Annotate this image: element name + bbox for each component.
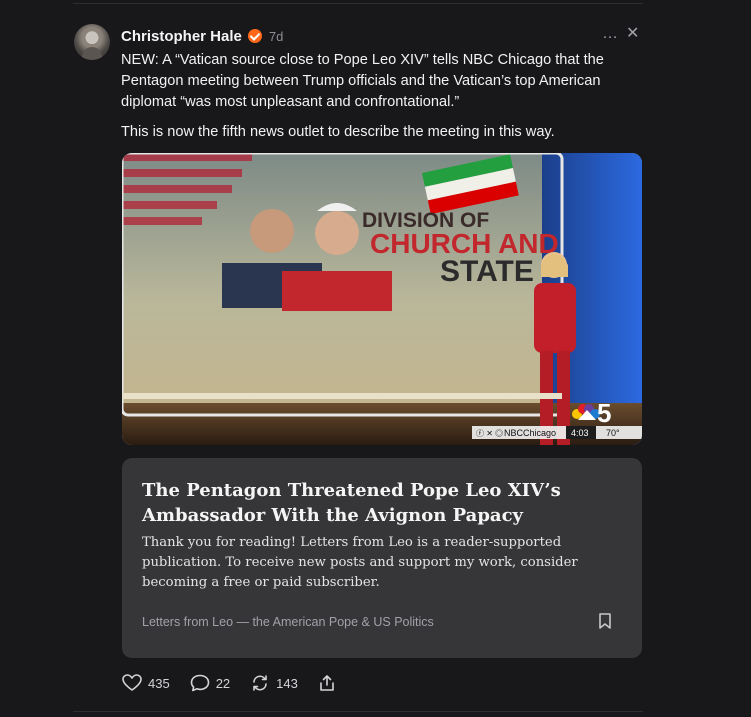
post-body: NEW: A “Vatican source close to Pope Leo… bbox=[121, 50, 641, 152]
author-name[interactable]: Christopher Hale bbox=[121, 28, 242, 45]
divider bbox=[73, 3, 643, 4]
heart-icon bbox=[122, 674, 142, 692]
post-actions: 435 22 143 bbox=[122, 672, 356, 694]
more-options-button[interactable]: … bbox=[602, 24, 618, 44]
close-icon[interactable]: ✕ bbox=[626, 26, 640, 42]
post-paragraph: This is now the fifth news outlet to des… bbox=[121, 124, 555, 140]
channel-number: 5 bbox=[597, 398, 611, 428]
temperature: 70° bbox=[606, 428, 620, 438]
like-button[interactable]: 435 bbox=[122, 674, 170, 692]
post-image[interactable]: DIVISION OF CHURCH AND STATE 5 NBCChicag… bbox=[122, 153, 642, 445]
restack-count: 143 bbox=[276, 675, 298, 691]
comment-button[interactable]: 22 bbox=[190, 674, 230, 692]
card-title[interactable]: The Pentagon Threatened Pope Leo XIV’s A… bbox=[142, 478, 612, 528]
divider bbox=[73, 711, 643, 712]
share-button[interactable] bbox=[318, 674, 336, 692]
broadcast-time: 4:03 bbox=[571, 428, 589, 438]
avatar[interactable] bbox=[74, 24, 110, 60]
verified-badge-icon bbox=[247, 29, 262, 43]
card-source[interactable]: Letters from Leo — the American Pope & U… bbox=[142, 615, 434, 629]
card-description: Thank you for reading! Letters from Leo … bbox=[142, 535, 578, 590]
post-age[interactable]: 7d bbox=[269, 29, 283, 44]
comment-count: 22 bbox=[215, 675, 231, 691]
restack-icon bbox=[250, 674, 270, 692]
share-icon bbox=[318, 674, 336, 692]
like-count: 435 bbox=[148, 675, 170, 691]
social-icons: ⓕ ✕ ◎ bbox=[476, 429, 503, 438]
restack-button[interactable]: 143 bbox=[250, 674, 298, 692]
post-paragraph: NEW: A “Vatican source close to Pope Leo… bbox=[121, 52, 604, 110]
comment-icon bbox=[190, 674, 210, 692]
post-header: Christopher Hale 7d bbox=[121, 26, 283, 46]
social-handle: NBCChicago bbox=[504, 428, 556, 438]
embedded-post-card[interactable]: The Pentagon Threatened Pope Leo XIV’s A… bbox=[122, 458, 642, 658]
bookmark-icon[interactable] bbox=[597, 612, 613, 630]
headline-line-3: STATE bbox=[440, 255, 534, 288]
post: Christopher Hale 7d … ✕ NEW: A “Vatican … bbox=[73, 0, 643, 717]
news-broadcast-image: DIVISION OF CHURCH AND STATE 5 NBCChicag… bbox=[122, 153, 642, 445]
